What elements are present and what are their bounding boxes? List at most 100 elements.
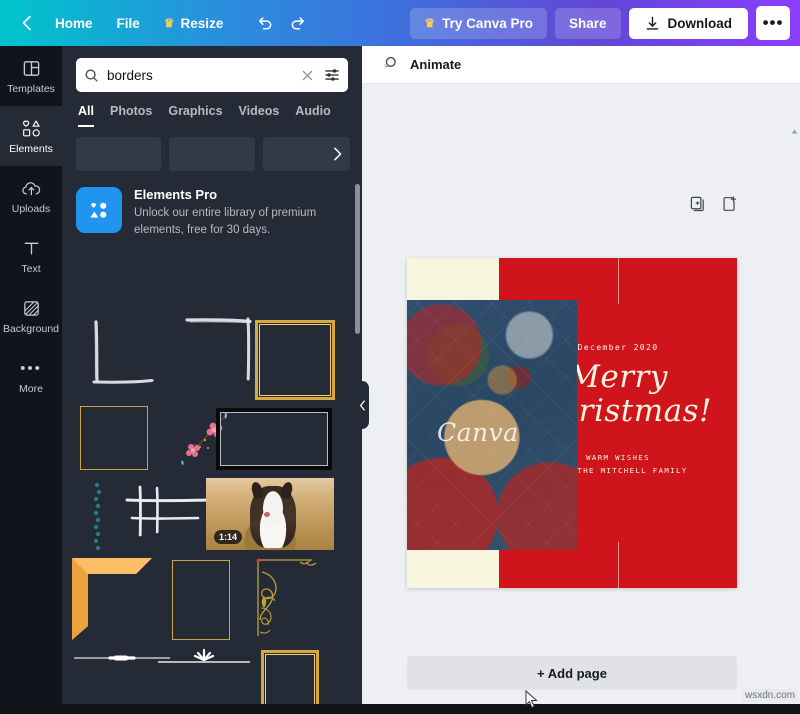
toolbar-left-group: Home File ♛ Resize: [10, 7, 314, 39]
result-dog-video-thumbnail[interactable]: 1:14: [206, 478, 334, 550]
sidebar-item-elements[interactable]: Elements: [0, 106, 62, 166]
add-page-icon[interactable]: [722, 196, 738, 212]
animate-button[interactable]: Animate: [378, 50, 467, 80]
result-gold-portrait-frame[interactable]: [170, 558, 232, 642]
result-black-rectangle-frame[interactable]: [214, 406, 334, 472]
top-toolbar: Home File ♛ Resize ♛ Try Canva Pro Share…: [0, 0, 800, 46]
tab-audio-label: Audio: [295, 104, 331, 118]
design-page[interactable]: Canva December 2020 Merry Christmas! WAR…: [407, 258, 737, 588]
site-watermark: wsxdn.com: [741, 689, 798, 702]
sidebar-label-more: More: [19, 383, 43, 395]
video-duration-badge: 1:14: [214, 530, 243, 544]
try-pro-label: Try Canva Pro: [442, 15, 533, 31]
result-orange-corner-bracket[interactable]: [70, 556, 154, 640]
share-label: Share: [568, 15, 607, 31]
christmas-gift-photo: Canva: [407, 300, 577, 550]
chevron-left-icon: [359, 399, 365, 411]
result-gold-square-frame-thin[interactable]: [78, 404, 150, 472]
back-button[interactable]: [10, 7, 42, 39]
sidebar-item-uploads[interactable]: Uploads: [0, 166, 62, 226]
elements-icon: [21, 117, 42, 139]
decorative-tick-top: [618, 258, 619, 304]
redo-button[interactable]: [282, 7, 314, 39]
suggestion-chip[interactable]: [76, 137, 162, 171]
triangle-up-icon: [791, 129, 798, 134]
canvas-scroll-up-arrow[interactable]: [791, 126, 798, 137]
sidebar-item-templates[interactable]: Templates: [0, 46, 62, 106]
result-white-fan-divider[interactable]: [156, 642, 252, 674]
card-left-panel: Canva: [407, 258, 577, 588]
editor-area: Animate Canva December 2020 Merry Christ…: [362, 46, 800, 704]
download-label: Download: [667, 15, 733, 31]
sidebar-item-more[interactable]: ••• More: [0, 346, 62, 406]
suggestion-chips-row: [62, 127, 362, 171]
suggestion-chip[interactable]: [169, 137, 255, 171]
left-sidebar: Templates Elements Uploads Text Backgrou…: [0, 46, 62, 704]
upload-cloud-icon: [21, 177, 42, 199]
canvas-scroll-area: Canva December 2020 Merry Christmas! WAR…: [362, 84, 800, 704]
add-page-button[interactable]: + Add page: [407, 656, 737, 690]
chevron-left-icon: [22, 15, 31, 31]
photo-watermark: Canva: [437, 418, 519, 447]
card-date-text[interactable]: December 2020: [578, 342, 659, 352]
tab-audio[interactable]: Audio: [295, 104, 330, 127]
filter-sliders-icon[interactable]: [324, 67, 340, 83]
duplicate-page-icon[interactable]: [690, 196, 706, 212]
crown-icon: ♛: [424, 16, 436, 30]
search-icon: [84, 68, 99, 83]
undo-button[interactable]: [248, 7, 280, 39]
redo-icon: [291, 16, 304, 29]
search-area: [62, 46, 362, 92]
more-dots-icon: •••: [20, 359, 42, 377]
close-icon[interactable]: [301, 69, 314, 82]
background-icon: [22, 297, 41, 319]
sidebar-item-text[interactable]: Text: [0, 226, 62, 286]
home-button[interactable]: Home: [44, 9, 104, 38]
toolbar-right-group: ♛ Try Canva Pro Share Download •••: [410, 6, 790, 40]
animate-label: Animate: [410, 57, 462, 72]
result-brush-cross[interactable]: [124, 484, 214, 540]
panel-tabs: All Photos Graphics Videos Audio: [62, 92, 362, 127]
share-button[interactable]: Share: [554, 7, 621, 39]
result-gold-square-frame[interactable]: [251, 316, 339, 404]
resize-label: Resize: [180, 15, 224, 31]
card-subtitle-line1: WARM WISHES: [586, 453, 650, 462]
search-box[interactable]: [76, 58, 348, 92]
download-button[interactable]: Download: [628, 7, 748, 39]
page-tools-group: [690, 196, 738, 212]
elements-pro-promo[interactable]: Elements Pro Unlock our entire library o…: [62, 171, 362, 248]
templates-icon: [22, 57, 41, 79]
tab-all[interactable]: All: [78, 104, 94, 127]
collapse-panel-button[interactable]: [355, 381, 369, 429]
result-brush-corner-border-white[interactable]: [84, 316, 164, 396]
design-toolbar: Animate: [362, 46, 800, 84]
result-gold-portrait-frame-2[interactable]: [259, 648, 321, 704]
sidebar-label-templates: Templates: [7, 83, 55, 95]
chips-next-button[interactable]: [324, 137, 350, 171]
more-options-button[interactable]: •••: [756, 6, 790, 40]
add-page-label: + Add page: [537, 665, 607, 681]
tab-graphics[interactable]: Graphics: [168, 104, 222, 127]
promo-title: Elements Pro: [134, 187, 218, 202]
tab-photos-label: Photos: [109, 104, 153, 118]
promo-subtitle: Unlock our entire library of premium ele…: [134, 207, 317, 236]
tab-videos-label: Videos: [238, 104, 280, 118]
search-input[interactable]: [107, 67, 293, 83]
tab-photos[interactable]: Photos: [110, 104, 152, 127]
result-teal-dotted-vertical-border[interactable]: [88, 480, 108, 558]
search-results-grid: 1:14: [62, 308, 362, 704]
file-menu-button[interactable]: File: [106, 9, 151, 38]
resize-button[interactable]: ♛ Resize: [153, 9, 235, 38]
sidebar-label-elements: Elements: [9, 143, 53, 155]
try-canva-pro-button[interactable]: ♛ Try Canva Pro: [410, 7, 547, 39]
home-label: Home: [55, 15, 93, 31]
panel-scrollbar[interactable]: [355, 184, 360, 334]
tab-videos[interactable]: Videos: [239, 104, 280, 127]
sidebar-item-background[interactable]: Background: [0, 286, 62, 346]
result-ornate-gold-corner-flourish[interactable]: [252, 556, 324, 642]
elements-panel: All Photos Graphics Videos Audio Element…: [62, 46, 362, 704]
text-icon: [22, 237, 41, 259]
result-brush-corner-border-white-2[interactable]: [182, 314, 262, 394]
tab-graphics-label: Graphics: [168, 104, 223, 118]
animate-icon: [384, 54, 401, 76]
